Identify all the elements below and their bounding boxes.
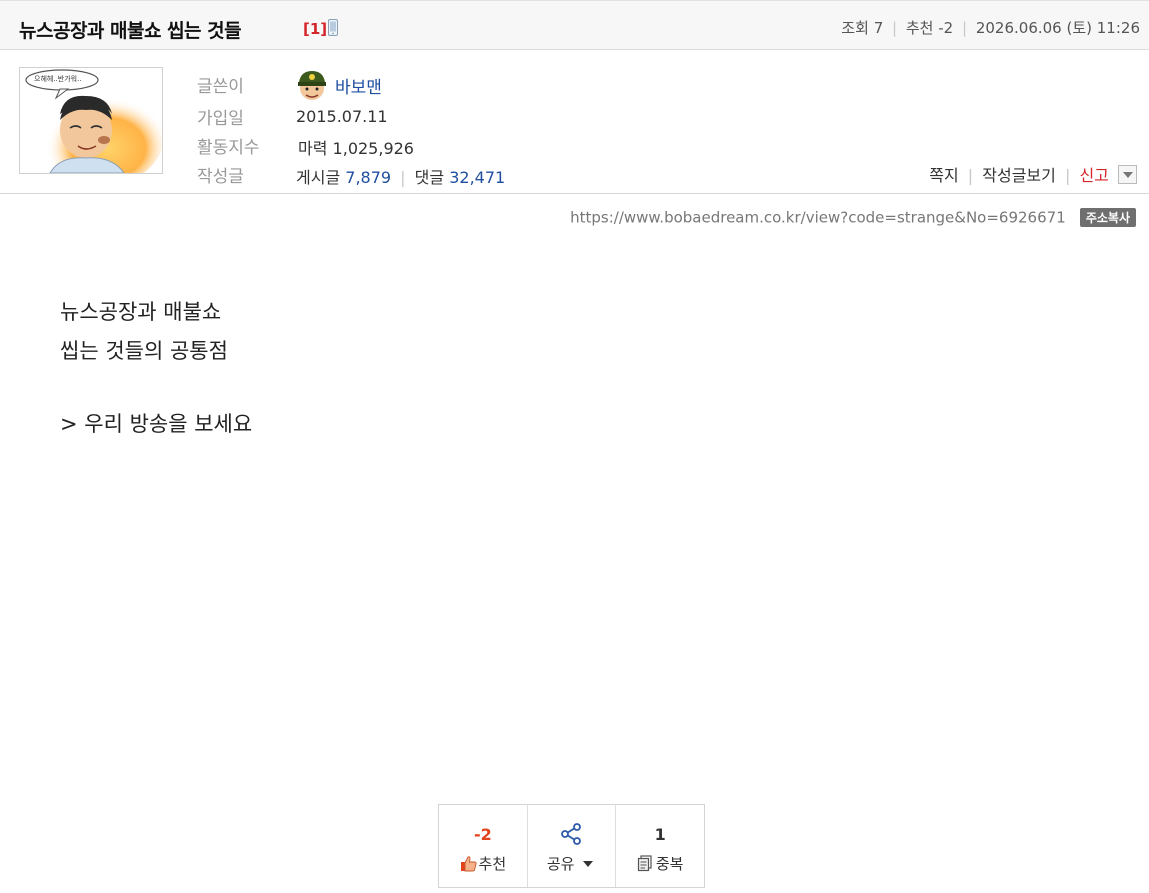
power-value: 1,025,926 (332, 139, 414, 158)
post-url[interactable]: https://www.bobaedream.co.kr/view?code=s… (570, 209, 1066, 227)
duplicate-count: 1 (654, 825, 666, 844)
message-link[interactable]: 쪽지 (929, 166, 958, 185)
recommend-vote-label: 추천 (478, 855, 507, 873)
recommend-label: 추천 (905, 19, 934, 37)
writer-label: 글쓴이 (197, 77, 244, 97)
views-label: 조회 (841, 19, 869, 37)
post-header: 뉴스공장과 매불쇼 씹는 것들 [1] 조회 7 | 추천 -2 | 2026.… (0, 0, 1149, 50)
post-url-row: https://www.bobaedream.co.kr/view?code=s… (570, 207, 1136, 227)
content-line: > 우리 방송을 보세요 (60, 412, 253, 436)
recommend-count: -2 (938, 19, 954, 37)
written-label: 작성글 (197, 167, 244, 187)
post-title: 뉴스공장과 매불쇼 씹는 것들 (19, 20, 242, 42)
rank-soldier-icon (298, 71, 326, 100)
caret-down-icon (583, 861, 594, 867)
post-meta: 조회 7 | 추천 -2 | 2026.06.06 (토) 11:26 (841, 19, 1140, 37)
written-stats: 게시글 7,879 | 댓글 32,471 (296, 168, 506, 187)
comments-count[interactable]: 32,471 (449, 168, 505, 187)
view-posts-link[interactable]: 작성글보기 (982, 166, 1056, 185)
chevron-down-icon[interactable] (1118, 165, 1137, 184)
document-copy-icon (637, 855, 652, 872)
join-date: 2015.07.11 (296, 107, 388, 126)
recommend-button[interactable]: -2 추천 (439, 805, 528, 887)
power-stat: 마력 1,025,926 (298, 135, 414, 159)
copy-url-button[interactable]: 주소복사 (1079, 208, 1136, 227)
join-label: 가입일 (197, 109, 244, 129)
power-label: 마력 (298, 139, 328, 158)
views-count: 7 (873, 19, 884, 37)
share-icon (560, 823, 581, 845)
post-date: 2026.06.06 (토) 11:26 (975, 19, 1140, 37)
author-profile: 으헤헤..반가워.. 글쓴이 바보맨 가입일 2015.07.11 활동지수 마… (0, 51, 1149, 194)
avatar-caption: 으헤헤..반가워.. (34, 75, 82, 83)
activity-label: 활동지수 (197, 138, 260, 158)
recommend-vote-count: -2 (473, 825, 492, 844)
posts-label: 게시글 (296, 168, 341, 187)
duplicate-button[interactable]: 1 중복 (616, 805, 704, 887)
thumbs-up-icon (460, 856, 477, 872)
share-label: 공유 (546, 855, 575, 873)
content-line: 씹는 것들의 공통점 (60, 339, 228, 363)
mobile-icon (328, 19, 338, 36)
author-actions: 쪽지 | 작성글보기 | 신고 (929, 162, 1137, 186)
vote-box: -2 추천 공유 1 중복 (438, 804, 705, 888)
share-button[interactable]: 공유 (528, 805, 617, 887)
avatar[interactable]: 으헤헤..반가워.. (19, 67, 163, 174)
author-nickname[interactable]: 바보맨 (335, 73, 382, 98)
content-line: 뉴스공장과 매불쇼 (60, 300, 222, 324)
comment-count[interactable]: [1] (303, 20, 327, 38)
comments-label: 댓글 (414, 168, 445, 187)
posts-count[interactable]: 7,879 (345, 168, 391, 187)
report-link[interactable]: 신고 (1079, 166, 1108, 185)
duplicate-label: 중복 (655, 855, 684, 873)
